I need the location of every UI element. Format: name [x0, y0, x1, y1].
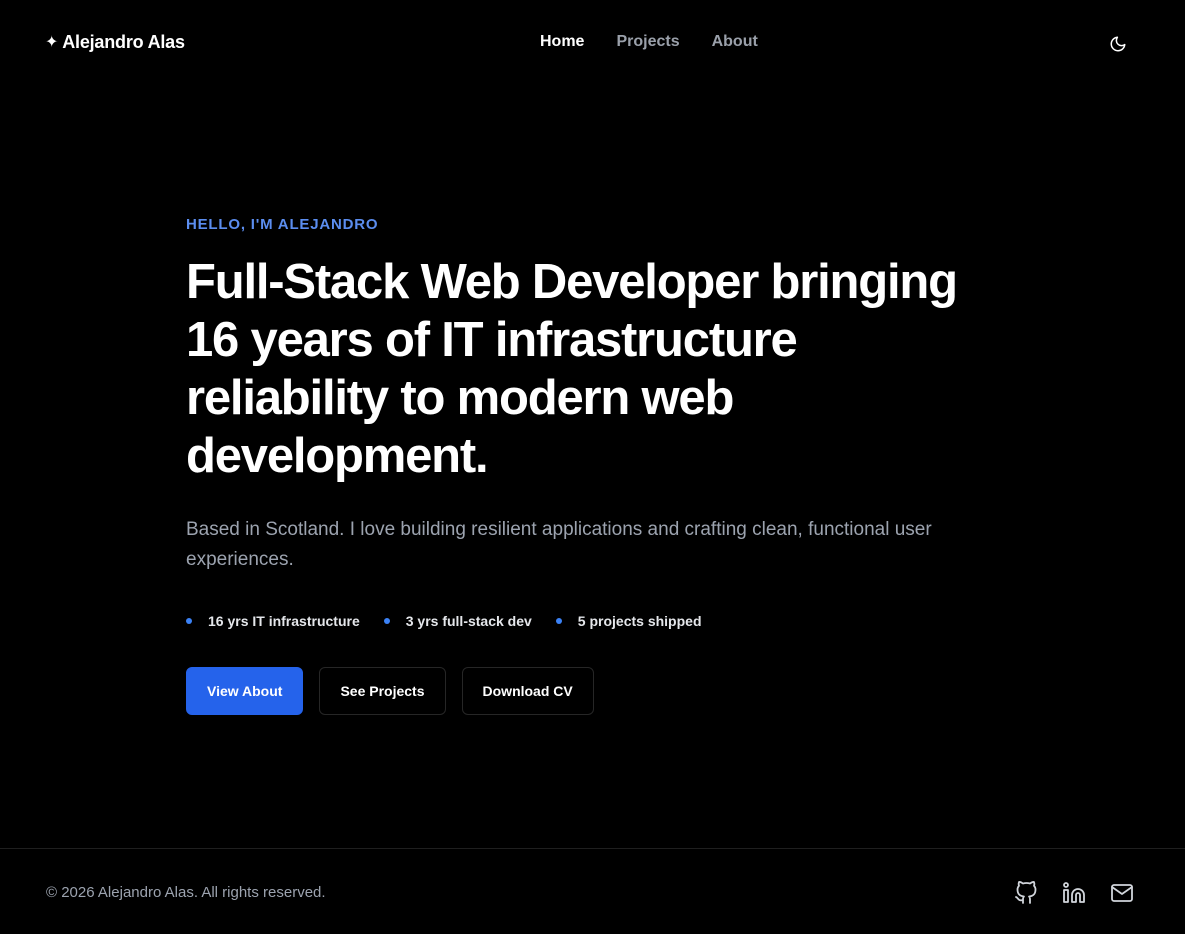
stat-item: 5 projects shipped — [555, 613, 702, 629]
brand-name: Alejandro Alas — [62, 32, 185, 52]
linkedin-icon — [1063, 882, 1085, 903]
stat-label: 16 yrs IT infrastructure — [208, 613, 360, 629]
stat-item: 3 yrs full-stack dev — [383, 613, 532, 629]
site-footer: © 2026 Alejandro Alas. All rights reserv… — [0, 848, 1185, 934]
nav-about[interactable]: About — [712, 33, 758, 51]
social-links — [1014, 880, 1134, 906]
nav-home[interactable]: Home — [540, 33, 584, 51]
hero-eyebrow: HELLO, I'M ALEJANDRO — [186, 216, 379, 233]
theme-toggle-button[interactable] — [1104, 30, 1132, 58]
github-link[interactable] — [1014, 880, 1038, 906]
bullet-dot — [555, 618, 562, 624]
mail-icon — [1111, 884, 1133, 902]
hero-subtitle: Based in Scotland. I love building resil… — [186, 519, 932, 570]
hero-actions: View About See Projects Download CV — [186, 667, 1006, 715]
copyright-text: © 2026 Alejandro Alas. All rights reserv… — [46, 884, 326, 901]
page: ✦ Alejandro Alas Home Projects About HEL… — [0, 0, 1185, 934]
github-icon — [1015, 881, 1037, 904]
main-nav: Home Projects About — [540, 33, 758, 51]
site-header: ✦ Alejandro Alas Home Projects About — [0, 0, 1185, 88]
email-link[interactable] — [1110, 880, 1134, 906]
linkedin-link[interactable] — [1062, 880, 1086, 906]
brand-logo[interactable]: ✦ Alejandro Alas — [45, 32, 185, 53]
see-projects-button[interactable]: See Projects — [319, 667, 446, 715]
view-about-button[interactable]: View About — [186, 667, 304, 715]
stats-list: 16 yrs IT infrastructure 3 yrs full-stac… — [186, 613, 1006, 629]
stat-label: 3 yrs full-stack dev — [405, 613, 532, 629]
bullet-dot — [186, 618, 192, 624]
stat-item: 16 yrs IT infrastructure — [186, 613, 360, 629]
sparkle-icon: ✦ — [45, 33, 59, 51]
stat-label: 5 projects shipped — [577, 613, 702, 629]
moon-icon — [1110, 36, 1126, 52]
nav-projects[interactable]: Projects — [616, 33, 679, 51]
hero-headline: Full-Stack Web Developer bringing 16 yea… — [186, 255, 958, 483]
download-cv-button[interactable]: Download CV — [461, 667, 594, 715]
hero-section: HELLO, I'M ALEJANDRO Full-Stack Web Deve… — [186, 216, 1006, 715]
bullet-dot — [383, 618, 390, 624]
